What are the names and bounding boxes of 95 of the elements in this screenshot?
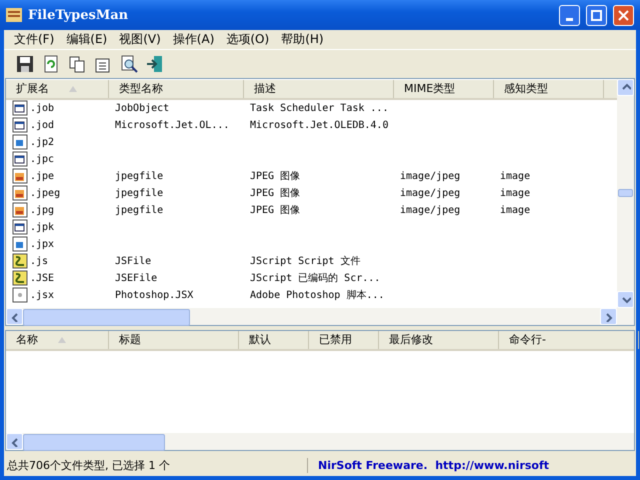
vertical-scrollbar[interactable] (617, 78, 634, 308)
cell-text: image/jpeg (400, 188, 460, 199)
picture-file-icon (12, 202, 28, 218)
cell-text: JScript 已编码的 Scr... (250, 272, 380, 286)
extension-text[interactable]: .jp2 (30, 136, 54, 148)
cell-text: Task Scheduler Task ... (250, 102, 388, 114)
menu-item[interactable]: 视图(V) (113, 30, 167, 48)
exit-icon (145, 54, 165, 74)
column-header[interactable]: 类型名称 (109, 80, 244, 98)
column-header[interactable]: 名称 (6, 330, 109, 349)
maximize-button[interactable] (586, 4, 607, 26)
cell-text: jpegfile (115, 170, 164, 182)
cell-text: image/jpeg (400, 204, 460, 216)
extension-text[interactable]: .jpc (30, 154, 54, 165)
column-header[interactable]: 最后修改 (379, 330, 499, 349)
cell-text: image (500, 204, 530, 216)
extension-text[interactable]: .js (30, 256, 48, 267)
search-icon (119, 54, 139, 74)
column-header[interactable]: 描述 (244, 80, 394, 98)
arrow-left-icon (10, 436, 20, 447)
picture-file-icon (12, 185, 28, 202)
extension-text[interactable]: .jsx (30, 290, 54, 301)
menu-item[interactable]: 操作(A) (166, 30, 220, 48)
arrow-right-icon (604, 312, 614, 322)
scroll-left-button[interactable] (6, 308, 23, 325)
website-link[interactable]: NirSoft Freeware. http://www.nirsoft (308, 458, 550, 472)
cell-text: JPEG 图像 (250, 204, 300, 218)
arrow-up-icon (620, 82, 630, 92)
image-file-icon (12, 134, 28, 150)
cell-text: JSFile (115, 256, 152, 267)
horizontal-scrollbar[interactable] (6, 433, 634, 450)
window-file-icon (12, 219, 28, 236)
extension-text[interactable]: .jod (30, 120, 54, 131)
horizontal-scrollbar[interactable] (6, 308, 634, 325)
image-file-icon (12, 236, 28, 252)
menu-item[interactable]: 文件(F) (8, 30, 60, 48)
blank-file-icon (12, 287, 28, 304)
extension-text[interactable]: .jpx (30, 238, 54, 250)
cell-text: JPEG 图像 (250, 187, 300, 200)
close-button[interactable] (613, 4, 634, 26)
extension-text[interactable]: .jpeg (30, 188, 60, 199)
scroll-up-button[interactable] (617, 78, 634, 96)
cell-text: JPEG 图像 (250, 170, 300, 184)
minimize-icon (566, 18, 573, 20)
column-header[interactable]: MIME类型 (394, 80, 494, 98)
script-file-icon (12, 253, 28, 270)
copy-icon (67, 54, 87, 74)
column-header[interactable]: 感知类型 (494, 80, 604, 98)
window-file-icon (12, 100, 28, 116)
column-header[interactable]: 默认 (239, 330, 309, 349)
cell-text: JobObject (115, 102, 170, 114)
cell-text: Photoshop.JSX (115, 290, 194, 301)
window-file-icon (12, 151, 28, 168)
cell-text: Adobe Photoshop 脚本... (250, 288, 384, 302)
arrow-down-icon (620, 294, 630, 304)
menu-item[interactable]: 帮助(H) (275, 30, 330, 48)
cell-text: JSEFile (115, 272, 158, 284)
scroll-right-button[interactable] (600, 308, 617, 325)
arrow-left-icon (10, 312, 20, 322)
maximize-icon (591, 10, 602, 20)
script-file-icon (12, 270, 28, 286)
close-icon (618, 10, 629, 20)
column-header[interactable]: 命令行- (499, 330, 639, 349)
menu-item[interactable]: 编辑(E) (60, 30, 114, 48)
column-header[interactable]: 已禁用 (309, 330, 379, 349)
scroll-down-button[interactable] (617, 291, 634, 308)
scroll-left-button[interactable] (6, 433, 23, 450)
window-file-icon (12, 117, 28, 134)
app-icon (6, 8, 22, 22)
picture-file-icon (12, 168, 28, 184)
minimize-button[interactable] (559, 4, 580, 26)
extension-text[interactable]: .job (30, 102, 54, 114)
cell-text: image (500, 188, 530, 199)
status-text: 总共706个文件类型, 已选择 1 个 (4, 458, 308, 473)
window-title: FileTypesMan (28, 8, 130, 22)
extension-text[interactable]: .jpg (30, 204, 54, 216)
extension-text[interactable]: .jpe (30, 170, 54, 182)
cell-text: JScript Script 文件 (250, 254, 360, 268)
cell-text: image/jpeg (400, 170, 460, 182)
cell-text: jpegfile (115, 204, 164, 216)
scroll-thumb[interactable] (23, 309, 190, 326)
scroll-thumb[interactable] (618, 189, 633, 198)
menu-item[interactable]: 选项(O) (220, 30, 276, 48)
cell-text: jpegfile (115, 188, 164, 199)
sort-arrow-icon (69, 86, 77, 92)
cell-text: image (500, 170, 530, 182)
scroll-thumb[interactable] (23, 434, 165, 452)
sort-arrow-icon (58, 336, 66, 343)
cell-text: Microsoft.Jet.OLEDB.4.0 (250, 120, 388, 131)
extension-text[interactable]: .JSE (30, 272, 54, 284)
column-header[interactable]: 扩展名 (6, 80, 109, 98)
cell-text: Microsoft.Jet.OL... (115, 120, 230, 131)
column-header[interactable]: 标题 (109, 330, 239, 349)
extension-text[interactable]: .jpk (30, 222, 54, 233)
save-icon (15, 54, 35, 74)
